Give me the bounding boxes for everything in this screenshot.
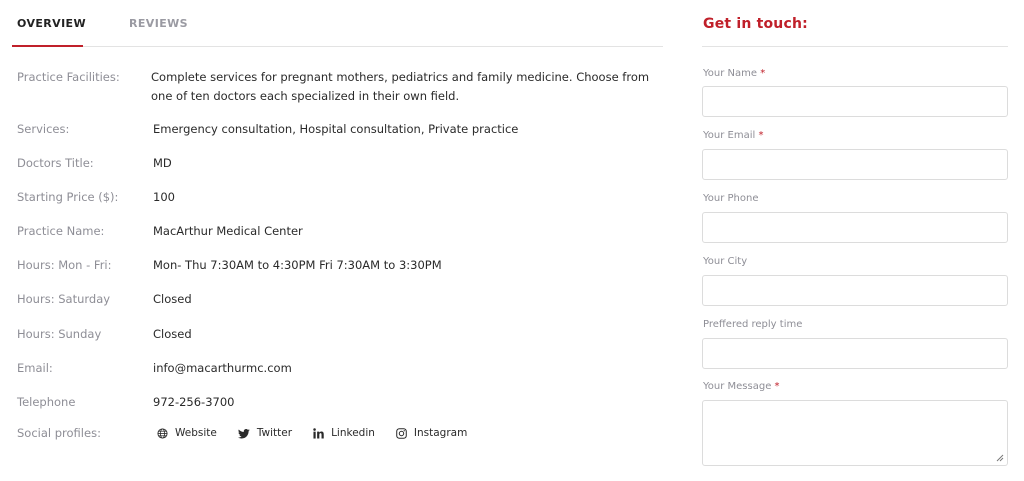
email-link[interactable]: info@macarthurmc.com [153, 359, 663, 378]
social-link-label: Instagram [413, 427, 468, 439]
social-link-twitter[interactable]: Twitter [237, 424, 293, 443]
city-field-label: Your City [703, 256, 748, 267]
detail-label: Hours: Saturday [17, 292, 111, 306]
name-field[interactable] [702, 86, 1008, 117]
detail-label: Practice Facilities: [17, 70, 120, 84]
detail-label: Email: [17, 361, 53, 375]
detail-label: Doctors Title: [17, 156, 94, 170]
reply-time-field-label: Preffered reply time [703, 319, 803, 330]
tab-overview[interactable]: OVERVIEW [17, 17, 86, 30]
required-mark: * [774, 381, 780, 392]
detail-value: Closed [153, 327, 192, 341]
phone-field[interactable] [702, 212, 1008, 243]
divider [702, 46, 1008, 47]
linkedin-icon [313, 428, 324, 439]
detail-value: MD [153, 156, 172, 170]
contact-form-title: Get in touch: [703, 16, 808, 32]
detail-value: Emergency consultation, Hospital consult… [153, 122, 519, 136]
detail-label: Social profiles: [17, 426, 101, 440]
tab-reviews[interactable]: REVIEWS [129, 17, 188, 30]
detail-label: Hours: Sunday [17, 327, 102, 341]
message-textarea[interactable] [702, 400, 1008, 466]
contact-form: Get in touch: Your Name * Your Email * Y… [702, 0, 1008, 481]
message-field-label: Your Message * [703, 381, 780, 392]
city-field[interactable] [702, 275, 1008, 306]
reply-time-field[interactable] [702, 338, 1008, 369]
social-link-label: Website [175, 427, 217, 439]
detail-label: Telephone [17, 395, 76, 409]
phone-field-label: Your Phone [703, 193, 759, 204]
detail-label: Services: [17, 122, 70, 136]
social-link-label: Twitter [256, 427, 293, 439]
resize-handle-icon[interactable] [996, 454, 1004, 462]
name-field-label: Your Name * [703, 68, 766, 79]
detail-label: Starting Price ($): [17, 190, 119, 204]
telephone-link[interactable]: 972-256-3700 [153, 393, 663, 412]
detail-value: MacArthur Medical Center [153, 224, 303, 238]
required-mark: * [760, 68, 766, 79]
email-field-label: Your Email * [703, 130, 764, 141]
detail-label: Hours: Mon - Fri: [17, 258, 112, 272]
globe-icon [157, 428, 168, 439]
social-link-label: Linkedin [331, 427, 375, 439]
email-field[interactable] [702, 149, 1008, 180]
social-link-website[interactable]: Website [157, 424, 217, 443]
detail-label: Practice Name: [17, 224, 105, 238]
detail-value: Mon- Thu 7:30AM to 4:30PM Fri 7:30AM to … [153, 258, 442, 272]
social-link-linkedin[interactable]: Linkedin [313, 424, 375, 443]
required-mark: * [758, 130, 764, 141]
social-links: Website Twitter Linkedin Instagram [157, 424, 488, 443]
social-link-instagram[interactable]: Instagram [396, 424, 467, 443]
detail-value: 100 [153, 190, 175, 204]
active-tab-indicator [12, 45, 83, 47]
twitter-icon [237, 428, 250, 438]
tab-bar: OVERVIEW REVIEWS [12, 0, 663, 47]
detail-value: Complete services for pregnant mothers, … [151, 70, 650, 103]
instagram-icon [396, 428, 407, 439]
detail-value: Closed [153, 292, 192, 306]
listing-details: OVERVIEW REVIEWS Practice Facilities: Co… [12, 0, 663, 481]
